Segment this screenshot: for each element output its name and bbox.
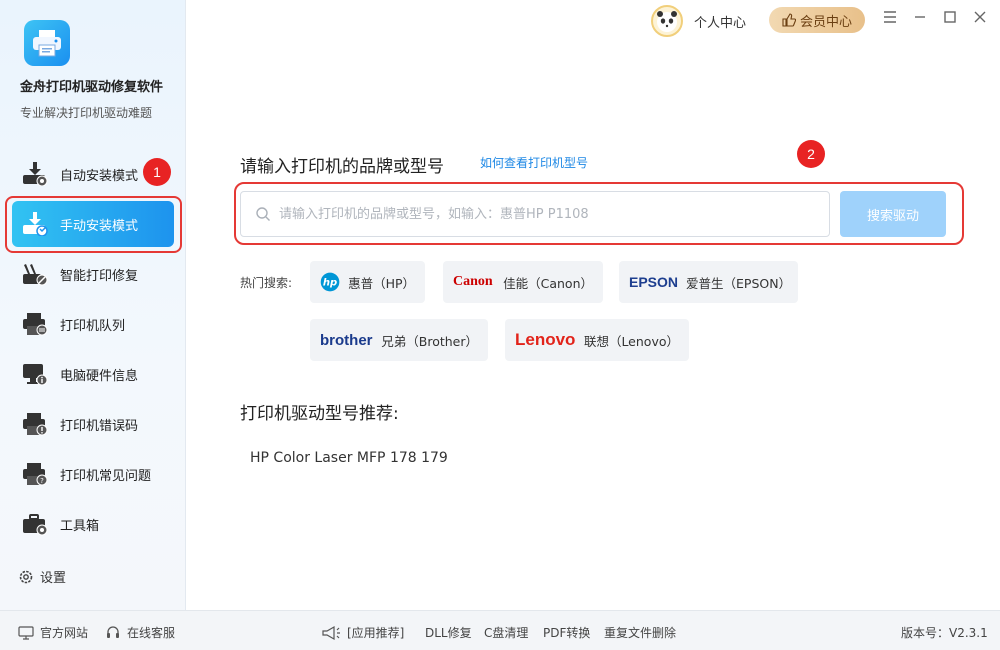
settings-button[interactable]: 设置: [18, 567, 66, 586]
sidebar-item-label: 打印机队列: [60, 319, 126, 334]
official-site-link[interactable]: 官方网站: [18, 624, 88, 641]
toolbox-icon: [23, 514, 48, 536]
brand-label: 联想（Lenovo）: [583, 333, 679, 349]
sidebar-item-label: 工具箱: [60, 519, 100, 534]
svg-text:?: ?: [40, 477, 44, 485]
recommend-title: 打印机驱动型号推荐:: [240, 404, 399, 424]
headset-icon: [107, 625, 119, 638]
printer-question-icon: ?: [23, 463, 48, 486]
c-disk-clean-link[interactable]: C盘清理: [484, 624, 528, 641]
sidebar-item-toolbox[interactable]: 工具箱: [12, 501, 174, 547]
sidebar-item-printer-queue[interactable]: 打印机队列: [12, 301, 174, 347]
dll-repair-link[interactable]: DLL修复: [425, 624, 472, 641]
menu-icon[interactable]: [881, 10, 899, 28]
brand-chip-lenovo[interactable]: Lenovo 联想（Lenovo）: [505, 319, 689, 361]
online-service-label: 在线客服: [127, 626, 176, 640]
lenovo-logo-icon: Lenovo: [515, 330, 576, 349]
avatar[interactable]: [651, 5, 683, 37]
highlight-box-2: [234, 182, 964, 245]
recommend-item[interactable]: HP Color Laser MFP 178 179: [250, 450, 448, 466]
sidebar-item-label: 打印机错误码: [60, 419, 139, 434]
thumbs-up-icon: [782, 13, 796, 27]
download-printer-icon: [23, 162, 48, 186]
sidebar-item-hardware-info[interactable]: 电脑硬件信息: [12, 351, 174, 397]
sidebar-item-faq[interactable]: ? 打印机常见问题: [12, 451, 174, 497]
vip-center-button[interactable]: 会员中心: [769, 7, 865, 33]
hot-search-label: 热门搜索:: [240, 276, 293, 290]
duplicate-delete-link[interactable]: 重复文件删除: [604, 624, 676, 641]
online-service-link[interactable]: 在线客服: [105, 624, 175, 641]
sidebar-item-label: 电脑硬件信息: [60, 369, 139, 384]
canon-logo-icon: Canon: [453, 274, 493, 289]
megaphone-icon: [322, 625, 340, 640]
printer-queue-icon: [23, 313, 48, 336]
app-logo: [24, 20, 70, 66]
svg-text:hp: hp: [323, 278, 337, 289]
brand-label: 兄弟（Brother）: [381, 333, 478, 349]
sidebar-item-label: 自动安装模式: [60, 169, 139, 184]
sidebar-item-smart-repair[interactable]: 智能打印修复: [12, 251, 174, 297]
brand-label: 爱普生（EPSON）: [686, 275, 792, 291]
app-recommend-label: [应用推荐]: [347, 626, 405, 640]
wrench-repair-icon: [23, 264, 48, 286]
footer: 官方网站 在线客服 [应用推荐] DLL修复 C盘清理 PDF转换 重复文件删除…: [0, 610, 1000, 650]
hp-logo-icon: hp: [320, 272, 340, 292]
step-badge-1: 1: [143, 158, 171, 186]
vip-label: 会员中心: [799, 14, 852, 30]
official-site-label: 官方网站: [40, 626, 89, 640]
monitor-small-icon: [18, 625, 34, 640]
app-subtitle: 专业解决打印机驱动难题: [20, 106, 153, 120]
brand-chip-epson[interactable]: EPSON 爱普生（EPSON）: [619, 261, 798, 303]
brand-label: 佳能（Canon）: [503, 275, 593, 291]
printer-error-icon: [23, 413, 48, 436]
settings-label: 设置: [40, 571, 67, 586]
pdf-convert-link[interactable]: PDF转换: [543, 624, 590, 641]
brand-chip-hp[interactable]: hp 惠普（HP）: [310, 261, 425, 303]
epson-logo-icon: EPSON: [629, 274, 679, 290]
printer-logo-icon: [33, 30, 61, 57]
sidebar-item-label: 智能打印修复: [60, 269, 139, 284]
minimize-icon[interactable]: [911, 10, 929, 28]
brother-logo-icon: brother: [320, 331, 373, 349]
brand-chip-brother[interactable]: brother 兄弟（Brother）: [310, 319, 488, 361]
monitor-icon: [23, 364, 48, 386]
maximize-icon[interactable]: [941, 10, 959, 28]
how-to-find-model-link[interactable]: 如何查看打印机型号: [480, 154, 588, 171]
version-label: 版本号：V2.3.1: [901, 626, 988, 640]
sidebar: 金舟打印机驱动修复软件 专业解决打印机驱动难题 自动安装模式 手动安装模式 智能…: [0, 0, 186, 610]
panda-avatar-icon: [657, 11, 677, 32]
step-badge-2: 2: [797, 140, 825, 168]
personal-center-link[interactable]: 个人中心: [694, 12, 746, 31]
app-recommend: [应用推荐]: [321, 624, 404, 641]
brand-chip-canon[interactable]: Canon 佳能（Canon）: [443, 261, 603, 303]
gear-icon: [19, 570, 33, 583]
sidebar-item-error-code[interactable]: 打印机错误码: [12, 401, 174, 447]
sidebar-item-label: 打印机常见问题: [60, 469, 152, 484]
close-icon[interactable]: [971, 10, 989, 28]
app-title: 金舟打印机驱动修复软件: [20, 80, 164, 95]
highlight-box-1: [5, 196, 182, 253]
query-title: 请输入打印机的品牌或型号: [240, 157, 444, 177]
brand-label: 惠普（HP）: [348, 275, 415, 291]
